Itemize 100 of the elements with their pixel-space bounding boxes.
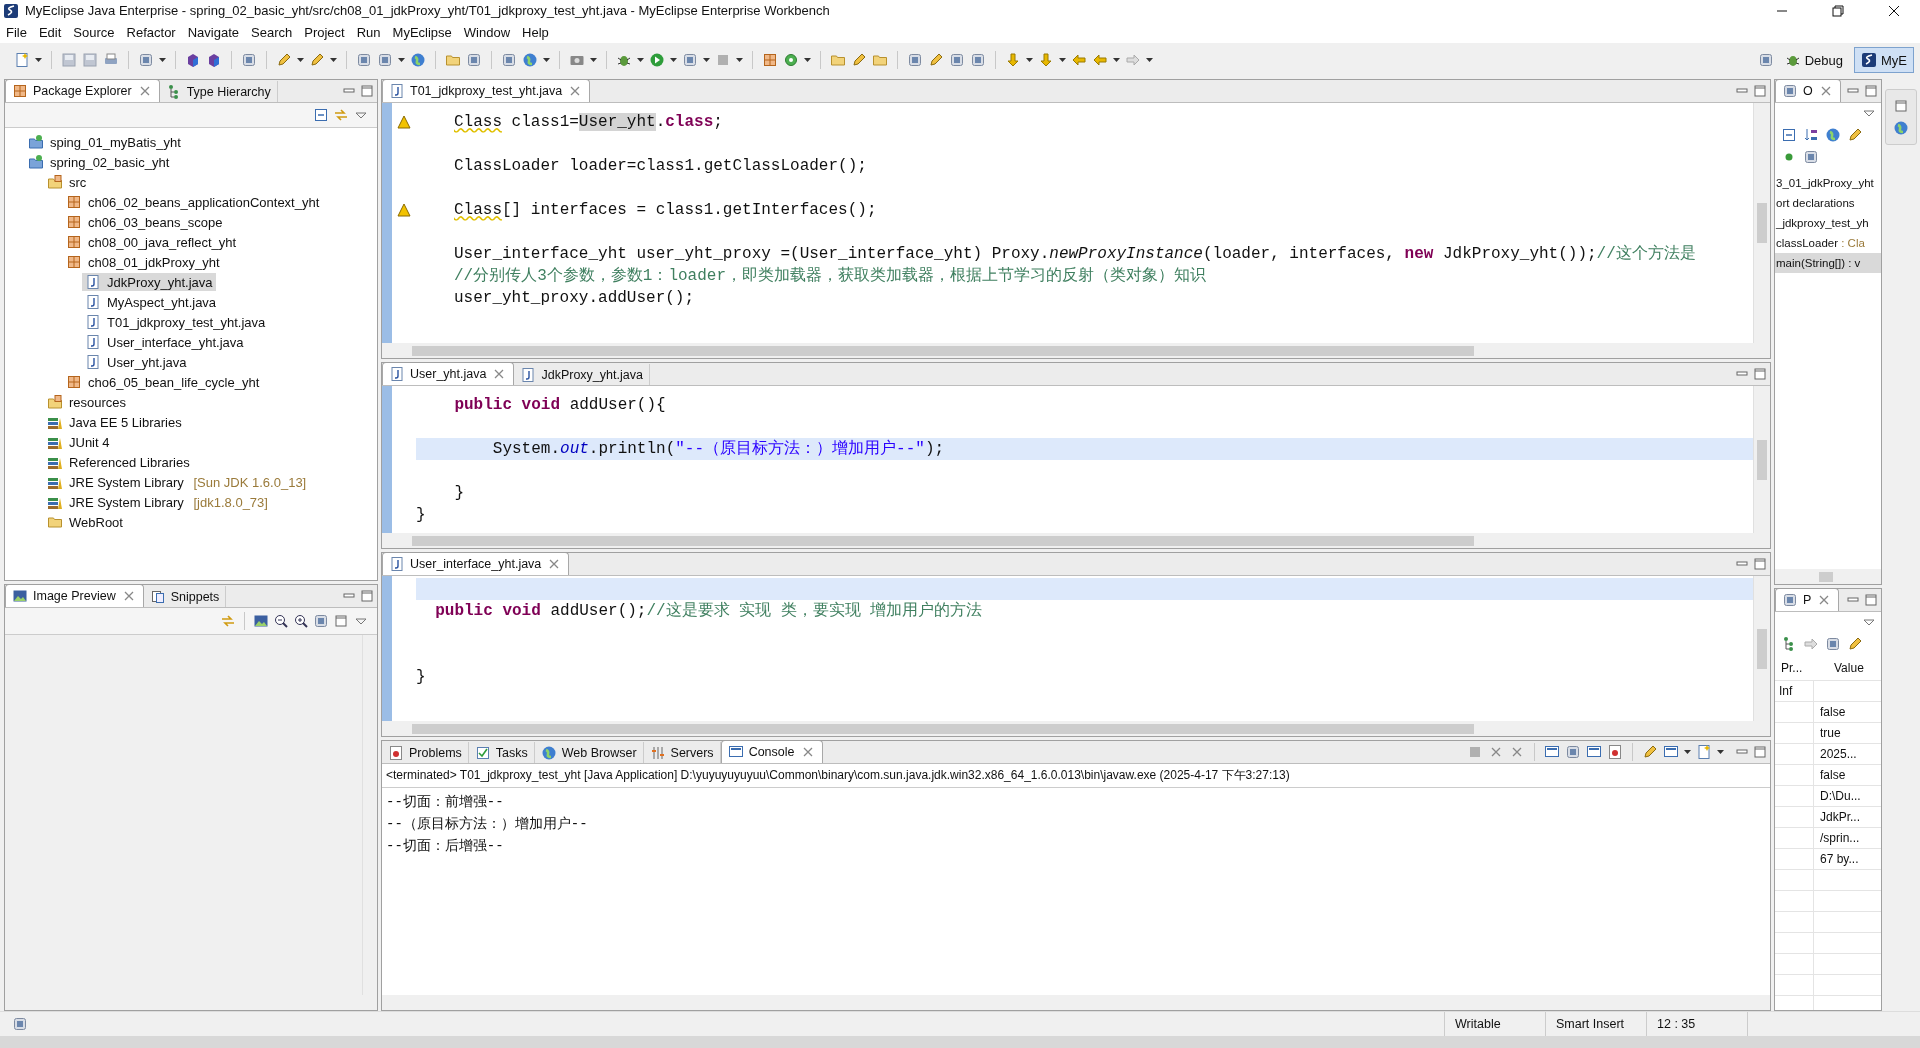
tree-item[interactable]: ch08_00_java_reflect_yht (63, 233, 240, 251)
link-icon[interactable] (220, 613, 236, 629)
view-tab[interactable]: Package Explorer (5, 80, 160, 102)
menu-item[interactable]: MyEclipse (392, 24, 452, 40)
horizontal-scrollbar[interactable] (1775, 569, 1881, 584)
pencil-icon[interactable] (276, 52, 292, 68)
back-arrow-icon[interactable] (1071, 52, 1087, 68)
view-tab[interactable]: Web Browser (534, 742, 644, 763)
view-tab[interactable]: User_interface_yht.java (382, 553, 570, 575)
problems-icon[interactable] (1607, 744, 1623, 760)
caret-icon[interactable] (804, 58, 811, 62)
tool-icon[interactable] (1803, 149, 1819, 165)
vertical-scrollbar[interactable] (1753, 103, 1770, 343)
tree-item[interactable]: MyAspect_yht.java (82, 293, 220, 311)
save-icon[interactable] (82, 52, 98, 68)
tool-icon[interactable] (466, 52, 482, 68)
folder-icon[interactable] (445, 52, 461, 68)
tree-item[interactable]: JRE System Library [jdk1.8.0_73] (44, 493, 271, 511)
forward-arrow-icon[interactable] (1803, 636, 1819, 652)
tree-item[interactable]: resources (44, 393, 130, 411)
caret-icon[interactable] (736, 58, 743, 62)
horizontal-scrollbar[interactable] (5, 995, 377, 1010)
forward-arrow-icon[interactable] (1125, 52, 1141, 68)
column-header[interactable]: Value (1828, 656, 1881, 680)
new-file-icon[interactable] (14, 52, 30, 68)
run-icon[interactable] (649, 52, 665, 68)
down-arrow-icon[interactable] (1038, 52, 1054, 68)
maximize-icon[interactable] (333, 613, 349, 629)
view-tab[interactable]: Type Hierarchy (159, 81, 278, 102)
caret-icon[interactable] (670, 58, 677, 62)
tree-item[interactable]: ch06_02_beans_applicationContext_yht (63, 193, 323, 211)
restore-icon[interactable] (1830, 2, 1846, 19)
gear-icon[interactable] (783, 52, 799, 68)
horizontal-scrollbar[interactable] (382, 995, 1770, 1010)
back-arrow-icon[interactable] (1092, 52, 1108, 68)
tree-item[interactable]: Java EE 5 Libraries (44, 413, 185, 431)
caret-icon[interactable] (703, 58, 710, 62)
caret-icon[interactable] (1146, 58, 1153, 62)
zoom-in-icon[interactable] (293, 613, 309, 629)
new-file-icon[interactable] (1696, 744, 1712, 760)
menu-item[interactable]: Help (522, 24, 549, 40)
maximize-icon[interactable] (1752, 83, 1768, 99)
stop-icon[interactable] (715, 52, 731, 68)
maximize-icon[interactable] (359, 588, 375, 604)
tree-item[interactable]: ch06_03_beans_scope (63, 213, 226, 231)
tool-icon[interactable] (1565, 744, 1581, 760)
tree-item[interactable]: JdkProxy_yht.java (82, 273, 216, 291)
caret-icon[interactable] (1684, 750, 1691, 754)
tree-item[interactable]: cho6_05_bean_life_cycle_yht (63, 373, 263, 391)
tool-icon[interactable] (970, 52, 986, 68)
pencil-icon[interactable] (851, 52, 867, 68)
link-icon[interactable] (333, 107, 349, 123)
view-tab[interactable]: O (1775, 80, 1841, 102)
pencil-icon[interactable] (1847, 127, 1863, 143)
console-icon[interactable] (1663, 744, 1679, 760)
maximize-icon[interactable] (1893, 98, 1909, 114)
tree-item[interactable]: sping_01_myBatis_yht (25, 133, 184, 151)
tree-item[interactable]: T01_jdkproxy_test_yht.java (82, 313, 269, 331)
tool-icon[interactable] (356, 52, 372, 68)
pencil-icon[interactable] (1847, 636, 1863, 652)
view-tab[interactable]: T01_jdkproxy_test_yht.java (382, 80, 591, 102)
caret-icon[interactable] (1026, 58, 1033, 62)
maximize-icon[interactable] (1752, 366, 1768, 382)
tool-icon[interactable] (907, 52, 923, 68)
view-tab[interactable]: P (1775, 589, 1840, 611)
caret-icon[interactable] (543, 58, 550, 62)
console-icon[interactable] (1586, 744, 1602, 760)
caret-icon[interactable] (398, 58, 405, 62)
outline-item[interactable]: 3_01_jdkProxy_yht (1775, 173, 1881, 193)
outline-item[interactable]: main(String[]) : v (1775, 253, 1881, 273)
pencil-icon[interactable] (928, 52, 944, 68)
globe-icon[interactable] (410, 52, 426, 68)
collapse-all-icon[interactable] (313, 107, 329, 123)
stop-icon[interactable] (1467, 744, 1483, 760)
tree-item[interactable]: User_yht.java (82, 353, 190, 371)
globe-icon[interactable] (522, 52, 538, 68)
folder-icon[interactable] (872, 52, 888, 68)
folder-icon[interactable] (830, 52, 846, 68)
collapse-all-icon[interactable] (1781, 127, 1797, 143)
view-tab[interactable]: Image Preview (5, 585, 144, 607)
horizontal-scrollbar[interactable] (382, 721, 1770, 736)
tool-icon[interactable] (1825, 636, 1841, 652)
tree-item[interactable]: Referenced Libraries (44, 453, 193, 471)
globe-icon[interactable] (1825, 127, 1841, 143)
tool-icon[interactable] (682, 52, 698, 68)
caret-icon[interactable] (330, 58, 337, 62)
caret-icon[interactable] (297, 58, 304, 62)
console-icon[interactable] (1544, 744, 1560, 760)
package-icon[interactable] (762, 52, 778, 68)
maximize-icon[interactable] (1863, 83, 1879, 99)
tree-item[interactable]: User_interface_yht.java (82, 333, 247, 351)
caret-icon[interactable] (35, 58, 42, 62)
outline-item[interactable]: _jdkproxy_test_yh (1775, 213, 1881, 233)
tool-icon[interactable] (138, 52, 154, 68)
column-header[interactable]: Pr... (1775, 656, 1828, 680)
tree-item[interactable]: WebRoot (44, 513, 126, 531)
tool-icon[interactable] (377, 52, 393, 68)
pencil-icon[interactable] (1642, 744, 1658, 760)
sort-icon[interactable] (1803, 127, 1819, 143)
perspective-button[interactable]: MyE (1854, 47, 1914, 73)
